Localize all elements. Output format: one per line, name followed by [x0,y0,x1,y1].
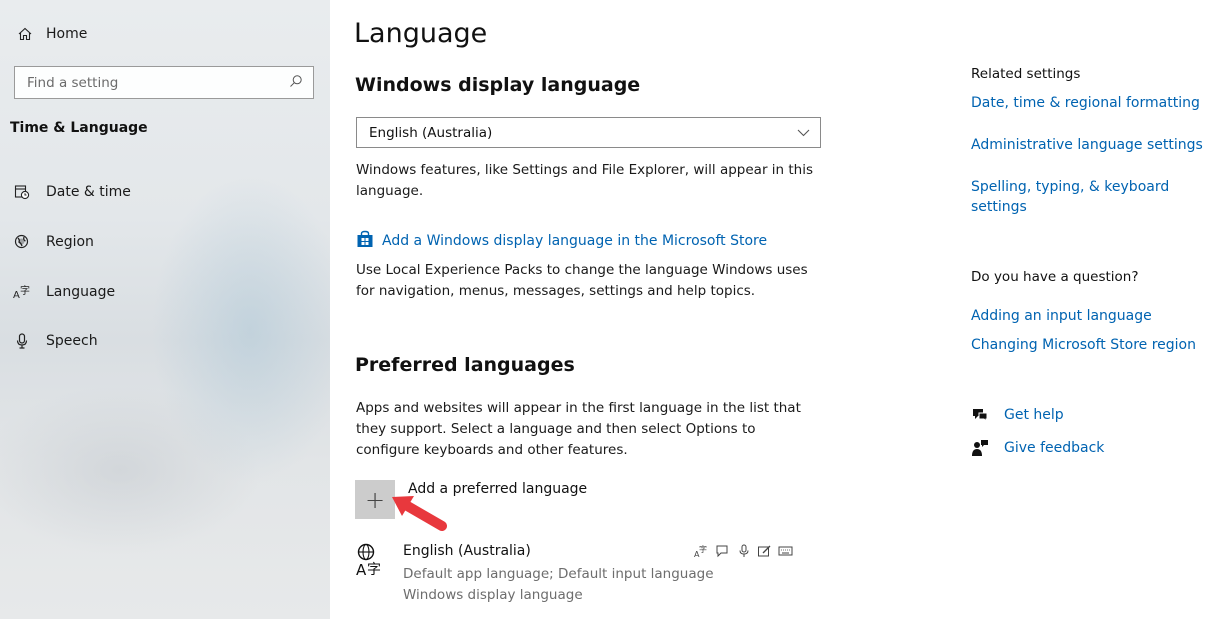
speech-recognition-feature-icon [715,543,730,558]
home-label: Home [46,26,88,42]
language-feature-icons: A字 [694,543,793,558]
sidebar-item-date-time[interactable]: Date & time [12,179,131,205]
language-meta-line: Default app language; Default input lang… [403,566,714,582]
display-language-value: English (Australia) [369,124,493,141]
microphone-feature-icon [736,543,751,558]
related-link-spelling-typing[interactable]: Spelling, typing, & keyboard settings [971,177,1186,217]
related-link-date-time-formatting[interactable]: Date, time & regional formatting [971,93,1206,113]
sidebar-item-language[interactable]: A字 Language [12,279,115,305]
sidebar-item-label: Speech [46,333,98,349]
language-name: English (Australia) [403,543,531,559]
related-link-admin-language[interactable]: Administrative language settings [971,135,1206,155]
question-link-store-region[interactable]: Changing Microsoft Store region [971,335,1206,355]
sidebar-item-region[interactable]: Region [12,229,94,255]
language-globe-icon: A 字 [356,543,390,583]
chevron-down-icon [797,125,810,141]
language-meta-line: Windows display language [403,587,583,603]
related-settings-heading: Related settings [971,66,1081,82]
svg-text:字: 字 [699,544,707,554]
display-language-select[interactable]: English (Australia) [356,117,821,148]
search-input[interactable] [27,74,277,91]
sidebar-item-label: Date & time [46,184,131,200]
sidebar: Home Time & Language Date & time Region … [0,0,330,619]
sidebar-item-label: Language [46,284,116,300]
display-language-description: Windows features, like Settings and File… [356,162,814,199]
get-help-label: Get help [1004,407,1064,423]
home-icon [16,26,34,42]
globe-region-icon [12,232,32,252]
get-help-icon [971,406,989,424]
display-language-heading: Windows display language [355,74,641,96]
language-meta: Default app language; Default input lang… [403,564,714,606]
svg-text:字: 字 [20,284,30,297]
calendar-clock-icon [12,182,32,202]
preferred-languages-heading: Preferred languages [355,354,575,376]
store-language-link[interactable]: Add a Windows display language in the Mi… [356,230,767,252]
question-link-input-language[interactable]: Adding an input language [971,306,1206,326]
microsoft-store-icon [356,230,374,252]
svg-text:A: A [13,290,20,300]
handwriting-feature-icon [757,543,772,558]
store-description: Use Local Experience Packs to change the… [356,262,808,299]
sidebar-home[interactable]: Home [16,22,87,46]
question-heading: Do you have a question? [971,269,1139,285]
give-feedback-label: Give feedback [1004,440,1105,456]
sidebar-item-speech[interactable]: Speech [12,328,98,354]
give-feedback-link[interactable]: Give feedback [971,438,1104,458]
sidebar-item-label: Region [46,234,94,250]
svg-text:A: A [356,561,367,579]
preferred-languages-description: Apps and websites will appear in the fir… [356,400,801,458]
keyboard-feature-icon [778,543,793,558]
get-help-link[interactable]: Get help [971,405,1064,425]
display-language-feature-icon: A字 [694,543,709,558]
give-feedback-icon [971,439,989,457]
language-icon: A字 [12,282,32,302]
store-link-label: Add a Windows display language in the Mi… [382,233,768,249]
section-title: Time & Language [10,120,148,136]
svg-text:字: 字 [367,562,381,578]
search-icon[interactable] [289,73,303,92]
microphone-icon [12,331,32,351]
search-box [14,66,314,99]
page-title: Language [354,18,488,49]
annotation-arrow-icon [392,496,447,531]
